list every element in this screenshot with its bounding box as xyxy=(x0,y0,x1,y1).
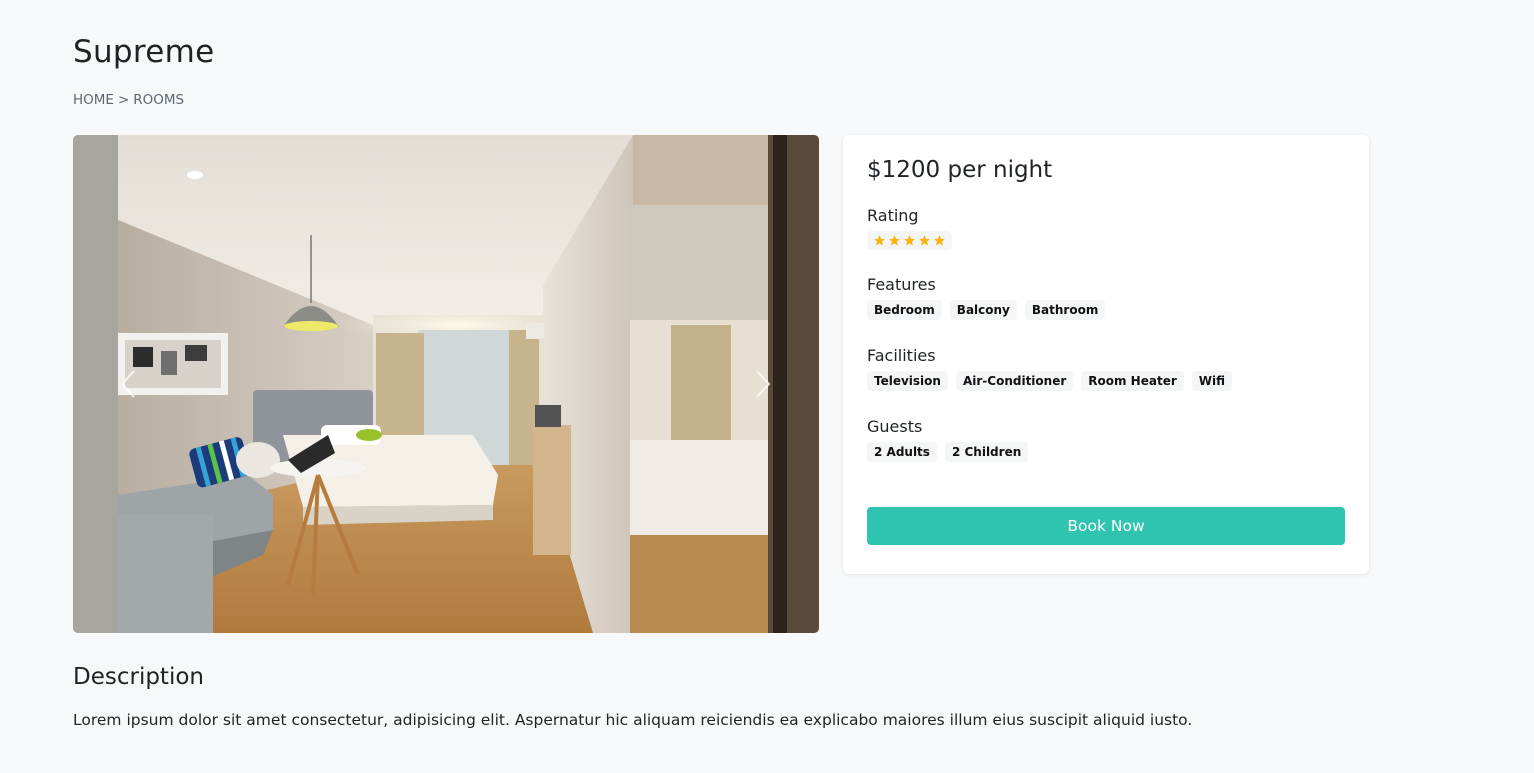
guests-section: Guests 2 Adults 2 Children xyxy=(867,417,1345,462)
booking-card: $1200 per night Rating Features Bedroom … xyxy=(843,135,1369,574)
features-list: Bedroom Balcony Bathroom xyxy=(867,300,1345,320)
facilities-label: Facilities xyxy=(867,346,936,365)
facilities-list: Television Air-Conditioner Room Heater W… xyxy=(867,371,1345,391)
feature-badge: Bathroom xyxy=(1024,300,1106,320)
carousel-prev-button[interactable] xyxy=(113,369,143,399)
rating-section: Rating xyxy=(867,206,1345,251)
room-price: $1200 per night xyxy=(867,157,1053,183)
feature-badge: Balcony xyxy=(949,300,1017,320)
guest-badge: 2 Children xyxy=(944,442,1029,462)
facility-badge: Air-Conditioner xyxy=(955,371,1074,391)
chevron-left-icon xyxy=(120,370,135,398)
facilities-section: Facilities Television Air-Conditioner Ro… xyxy=(867,346,1345,391)
chevron-right-icon xyxy=(756,370,771,398)
star-rating xyxy=(867,231,952,250)
facility-badge: Room Heater xyxy=(1081,371,1184,391)
guest-badge: 2 Adults xyxy=(867,442,937,462)
breadcrumb-separator: > xyxy=(117,92,130,108)
carousel-next-button[interactable] xyxy=(748,369,778,399)
feature-badge: Bedroom xyxy=(867,300,942,320)
description-text: Lorem ipsum dolor sit amet consectetur, … xyxy=(73,711,1193,729)
star-icon xyxy=(889,235,900,246)
room-image-carousel[interactable] xyxy=(73,135,819,633)
star-icon xyxy=(874,235,885,246)
room-photo xyxy=(73,135,819,633)
facility-badge: Wifi xyxy=(1191,371,1232,391)
features-section: Features Bedroom Balcony Bathroom xyxy=(867,275,1345,320)
features-label: Features xyxy=(867,275,936,294)
breadcrumb: HOME > ROOMS xyxy=(73,92,184,108)
book-now-button[interactable]: Book Now xyxy=(867,507,1345,545)
rating-label: Rating xyxy=(867,206,919,225)
star-icon xyxy=(934,235,945,246)
star-icon xyxy=(919,235,930,246)
facility-badge: Television xyxy=(867,371,948,391)
guests-label: Guests xyxy=(867,417,923,436)
breadcrumb-rooms-link[interactable]: ROOMS xyxy=(133,92,184,108)
description-title: Description xyxy=(73,664,204,690)
breadcrumb-home-link[interactable]: HOME xyxy=(73,92,114,108)
guests-list: 2 Adults 2 Children xyxy=(867,442,1345,462)
page-title: Supreme xyxy=(73,34,215,70)
star-icon xyxy=(904,235,915,246)
